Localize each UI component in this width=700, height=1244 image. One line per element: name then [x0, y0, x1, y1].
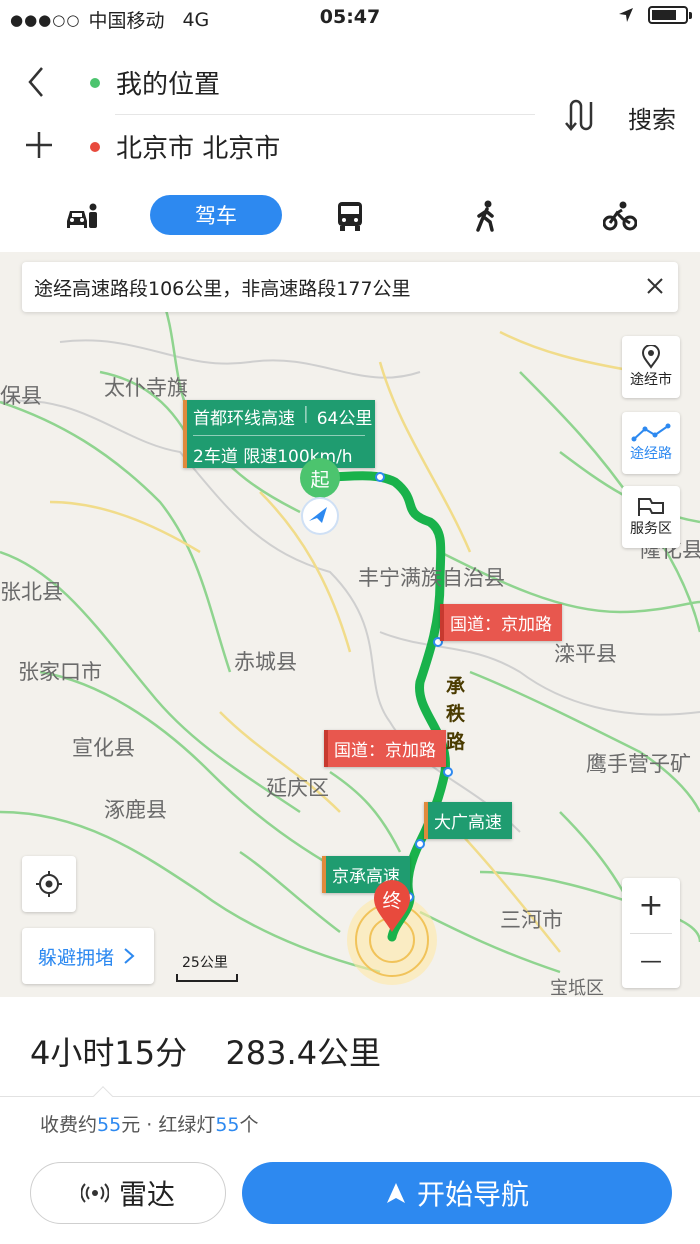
radar-icon [80, 1183, 109, 1203]
highway-info-tag[interactable]: 首都环线高速 | 64公里 2车道 限速100km/h [183, 400, 375, 468]
tab-drive[interactable]: 驾车 [150, 195, 282, 235]
start-navigation-button[interactable]: 开始导航 [242, 1162, 672, 1224]
radar-button[interactable]: 雷达 [30, 1162, 226, 1224]
add-waypoint-icon[interactable] [24, 130, 54, 160]
battery-icon [648, 6, 692, 24]
map-label: 三河市 [500, 908, 563, 932]
crosshair-icon [36, 871, 62, 897]
service-area-button[interactable]: 服务区 [622, 486, 680, 548]
map-label: 涿鹿县 [104, 798, 167, 822]
pin-icon [641, 345, 661, 369]
locate-button[interactable] [22, 856, 76, 912]
end-marker[interactable]: 终 [372, 880, 412, 934]
highway-name: 首都环线高速 [193, 409, 295, 429]
back-icon[interactable] [22, 62, 52, 102]
road-tag[interactable]: 大广高速 [424, 802, 512, 839]
tab-bus[interactable] [332, 196, 368, 236]
bike-icon [603, 201, 637, 231]
radar-label: 雷达 [118, 1178, 175, 1211]
route-notice-text: 途经高速路段106公里，非高速路段177公里 [34, 277, 411, 300]
map-label: 保县 [0, 384, 42, 408]
avoid-congestion-button[interactable]: 躲避拥堵 [22, 928, 154, 984]
map-scale: 25公里 [176, 952, 238, 982]
tab-taxi[interactable] [62, 196, 102, 236]
origin-label: 我的位置 [116, 70, 221, 100]
scale-label: 25公里 [182, 955, 228, 971]
destination-label: 北京市 北京市 [116, 134, 281, 164]
map-label: 张北县 [0, 580, 63, 604]
map-view[interactable]: 太仆寺旗 保县 丰宁满族自治县 张北县 张家口市 赤城县 滦平县 宣化县 延庆区… [0, 252, 700, 997]
toll-amount: 55 [97, 1114, 122, 1136]
bus-icon [338, 202, 362, 231]
route-duration: 4小时15分 [30, 1034, 188, 1072]
end-marker-label: 终 [382, 890, 402, 912]
fee-suffix: 个 [239, 1114, 259, 1136]
flag-icon [638, 498, 664, 516]
fee-info: 收费约55元 · 红绿灯55个 [40, 1110, 259, 1137]
close-icon[interactable] [644, 275, 666, 297]
map-label: 鹰手营子矿 [586, 752, 691, 776]
zoom-in-button[interactable]: + [622, 878, 680, 933]
map-label: 太仆寺旗 [104, 376, 188, 400]
via-road-label: 途经路 [630, 446, 672, 462]
route-distance: 283.4公里 [225, 1034, 382, 1072]
search-button[interactable]: 搜索 [628, 100, 676, 135]
swap-icon[interactable] [562, 98, 596, 132]
traffic-light-count: 55 [215, 1114, 240, 1136]
road-tag[interactable]: 国道：京加路 [324, 730, 446, 767]
navigation-arrow-icon [386, 1183, 405, 1203]
zoom-control: + — [622, 878, 680, 988]
destination-dot-icon [90, 141, 100, 152]
route-notice: 途经高速路段106公里，非高速路段177公里 [22, 262, 678, 312]
start-marker-label: 起 [310, 468, 330, 491]
fee-mid: 元 · 红绿灯 [121, 1114, 216, 1136]
map-label: 赤城县 [234, 650, 297, 674]
location-arrow-icon [619, 8, 633, 22]
tab-walk[interactable] [468, 196, 504, 236]
start-navigation-label: 开始导航 [416, 1178, 529, 1211]
divider: | [303, 404, 309, 424]
clock: 05:47 [319, 6, 381, 28]
via-city-button[interactable]: 途经市 [622, 336, 680, 398]
transport-tabs: 驾车 [0, 190, 700, 244]
current-location-icon [301, 497, 339, 535]
map-label: 张家口市 [18, 660, 102, 684]
service-area-label: 服务区 [630, 521, 672, 537]
scale-bar [176, 974, 238, 982]
highway-details: 2车道 限速100km/h [193, 447, 353, 467]
destination-field[interactable]: 北京市 北京市 [90, 128, 280, 165]
car-person-icon [67, 203, 97, 228]
map-label: 延庆区 [266, 776, 329, 800]
map-label: 宣化县 [72, 736, 135, 760]
route-line-icon [631, 423, 671, 442]
divider-notch [93, 1086, 113, 1106]
map-label: 滦平县 [554, 642, 617, 666]
chevron-right-icon [124, 948, 135, 964]
origin-dot-icon [90, 77, 100, 88]
tab-bike[interactable] [600, 196, 640, 236]
status-bar: ●●●○○ 中国移动 4G 05:47 [0, 0, 700, 36]
road-tag[interactable]: 国道：京加路 [440, 604, 562, 641]
route-summary: 4小时15分 283.4公里 [30, 1028, 381, 1074]
zoom-out-button[interactable]: — [622, 934, 680, 989]
walk-icon [476, 200, 494, 232]
map-label: 宝坻区 [550, 978, 604, 997]
origin-field[interactable]: 我的位置 [90, 64, 220, 101]
via-city-label: 途经市 [630, 372, 672, 388]
start-marker[interactable]: 起 [300, 458, 340, 498]
fee-prefix: 收费约 [40, 1114, 98, 1136]
avoid-congestion-label: 躲避拥堵 [38, 946, 115, 969]
highway-length: 64公里 [316, 409, 373, 429]
route-road-name: 承秩路 [446, 675, 466, 753]
divider [115, 114, 535, 115]
via-road-button[interactable]: 途经路 [622, 412, 680, 474]
map-label: 丰宁满族自治县 [358, 566, 505, 590]
